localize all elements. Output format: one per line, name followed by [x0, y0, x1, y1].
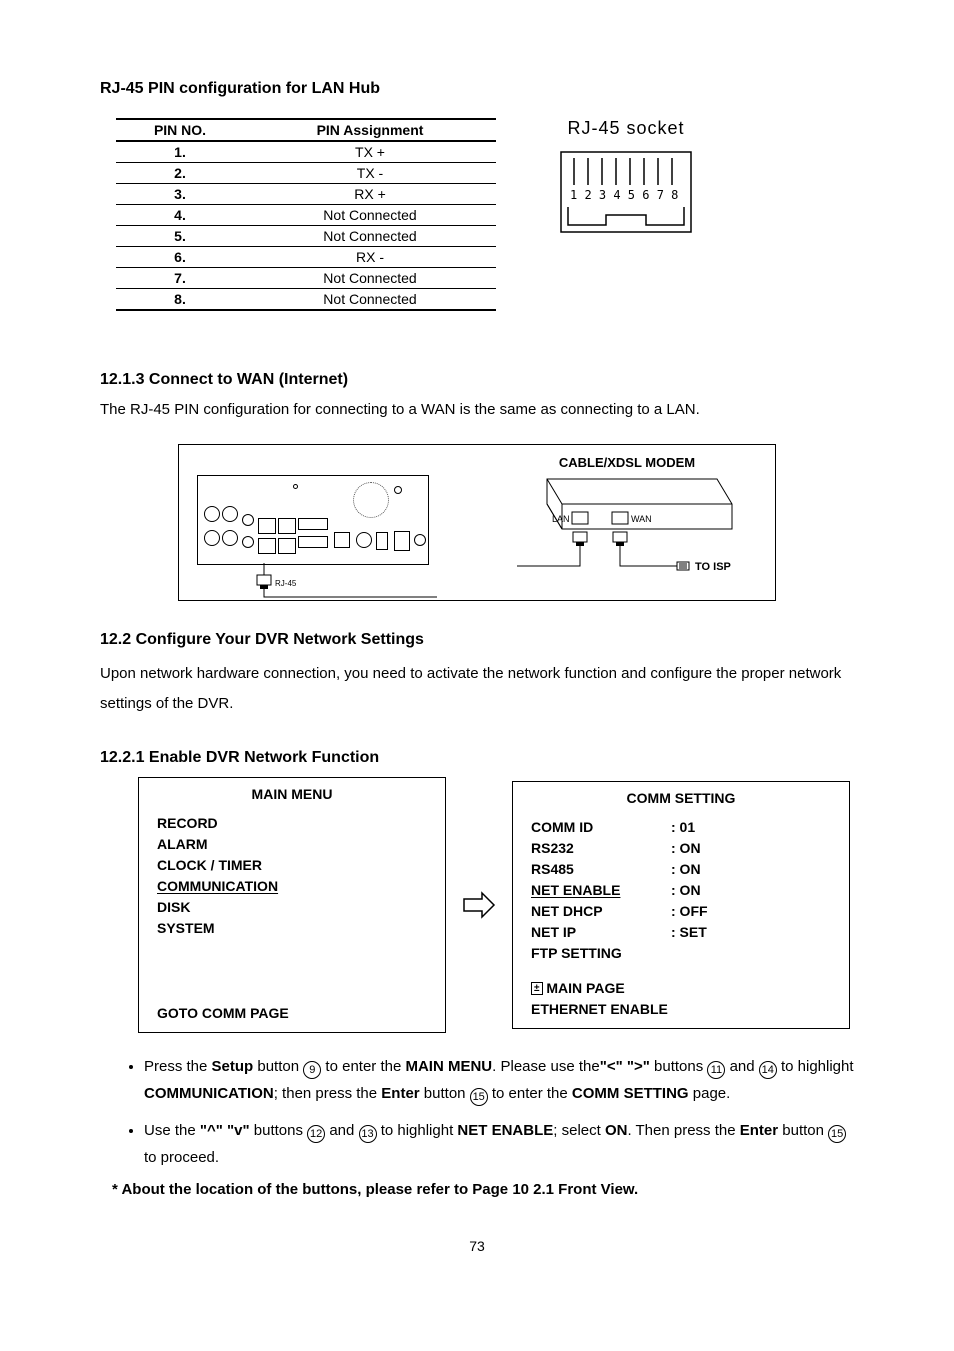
menu-item: SYSTEM — [157, 918, 427, 939]
arrow-right-icon — [462, 891, 496, 919]
goto-label: GOTO COMM PAGE — [157, 1003, 427, 1024]
comm-val: : OFF — [671, 901, 831, 922]
comm-val: : ON — [671, 838, 831, 859]
plus-minus-icon: ± — [531, 982, 543, 995]
rj45-socket-diagram: RJ-45 socket 1 2 3 4 5 6 7 8 — [556, 118, 696, 237]
instruction-item: Press the Setup button 9 to enter the MA… — [144, 1053, 854, 1107]
connection-diagram: RJ-45 CABLE/XDSL MODEM LAN WAN TO ISP — [178, 444, 776, 601]
pin-table: PIN NO. PIN Assignment 1.TX + 2.TX - 3.R… — [116, 118, 496, 311]
main-menu-box: MAIN MENU RECORD ALARM CLOCK / TIMER COM… — [138, 777, 446, 1033]
menu-item: RECORD — [157, 813, 427, 834]
comm-key: COMM ID — [531, 817, 671, 838]
heading-1213: 12.1.3 Connect to WAN (Internet) — [100, 371, 854, 389]
comm-val — [671, 943, 831, 964]
p122: Upon network hardware connection, you ne… — [100, 659, 854, 719]
circled-14-icon: 14 — [759, 1061, 777, 1079]
table-row: 3.RX + — [116, 184, 496, 205]
menu-item: CLOCK / TIMER — [157, 855, 427, 876]
main-page-label: MAIN PAGE — [546, 980, 624, 996]
circled-11-icon: 11 — [707, 1061, 725, 1079]
svg-text:WAN: WAN — [631, 514, 652, 524]
table-row: 1.TX + — [116, 141, 496, 163]
comm-key: FTP SETTING — [531, 943, 671, 964]
table-row: 7.Not Connected — [116, 268, 496, 289]
comm-title: COMM SETTING — [531, 788, 831, 809]
comm-val: : 01 — [671, 817, 831, 838]
comm-key: NET IP — [531, 922, 671, 943]
modem-title: CABLE/XDSL MODEM — [497, 455, 757, 470]
table-row: 2.TX - — [116, 163, 496, 184]
circled-15-icon: 15 — [828, 1125, 846, 1143]
modem-icon: LAN WAN TO ISP — [517, 474, 737, 584]
instruction-item: Use the "^" "v" buttons 12 and 13 to hig… — [144, 1117, 854, 1171]
footnote: * About the location of the buttons, ple… — [112, 1181, 854, 1198]
svg-text:1 2 3 4 5 6 7 8: 1 2 3 4 5 6 7 8 — [570, 188, 678, 202]
menu-item-highlighted: COMMUNICATION — [157, 876, 427, 897]
heading-1221: 12.2.1 Enable DVR Network Function — [100, 749, 854, 767]
rj45-socket-icon: 1 2 3 4 5 6 7 8 — [556, 147, 696, 237]
table-row: 6.RX - — [116, 247, 496, 268]
circled-12-icon: 12 — [307, 1125, 325, 1143]
rj45-port-label: RJ-45 — [275, 579, 296, 588]
main-menu-title: MAIN MENU — [157, 784, 427, 805]
comm-key: RS485 — [531, 859, 671, 880]
pin-header-no: PIN NO. — [116, 119, 244, 141]
heading-122: 12.2 Configure Your DVR Network Settings — [100, 631, 854, 649]
circled-9-icon: 9 — [303, 1061, 321, 1079]
comm-key: RS232 — [531, 838, 671, 859]
to-isp-label: TO ISP — [695, 561, 731, 573]
comm-key: NET DHCP — [531, 901, 671, 922]
rj45-cable-icon — [197, 563, 437, 603]
heading-rj45: RJ-45 PIN configuration for LAN Hub — [100, 80, 854, 98]
ethernet-enable-label: ETHERNET ENABLE — [531, 1001, 668, 1017]
dvr-back-panel-icon — [197, 475, 429, 565]
comm-val: : SET — [671, 922, 831, 943]
comm-val: : ON — [671, 859, 831, 880]
table-row: 8.Not Connected — [116, 289, 496, 311]
comm-setting-box: COMM SETTING COMM ID: 01 RS232: ON RS485… — [512, 781, 850, 1029]
table-row: 4.Not Connected — [116, 205, 496, 226]
table-row: 5.Not Connected — [116, 226, 496, 247]
circled-15-icon: 15 — [470, 1088, 488, 1106]
page-number: 73 — [100, 1238, 854, 1254]
comm-val: : ON — [671, 880, 831, 901]
svg-text:LAN: LAN — [552, 514, 570, 524]
pin-header-assign: PIN Assignment — [244, 119, 496, 141]
menu-item: DISK — [157, 897, 427, 918]
wan-text: The RJ-45 PIN configuration for connecti… — [100, 399, 854, 420]
comm-key-highlighted: NET ENABLE — [531, 880, 671, 901]
menu-item: ALARM — [157, 834, 427, 855]
circled-13-icon: 13 — [359, 1125, 377, 1143]
socket-label: RJ-45 socket — [556, 118, 696, 139]
